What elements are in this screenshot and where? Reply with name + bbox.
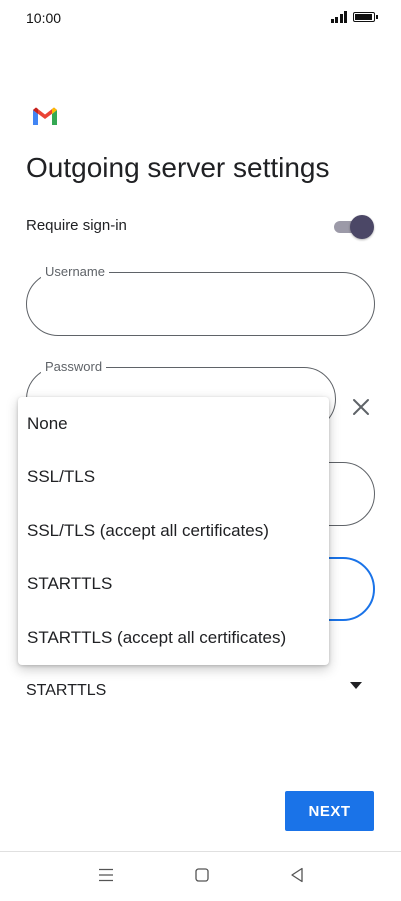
gmail-logo-icon (33, 107, 57, 125)
require-signin-toggle[interactable] (332, 214, 374, 239)
username-field[interactable]: Username (26, 264, 375, 336)
page-title: Outgoing server settings (26, 152, 330, 183)
back-icon[interactable] (290, 867, 304, 883)
signal-icon (330, 11, 347, 23)
dropdown-arrow-icon[interactable] (350, 682, 362, 690)
next-button[interactable]: NEXT (285, 791, 374, 831)
battery-icon (353, 12, 378, 22)
require-signin-label: Require sign-in (26, 217, 127, 234)
close-icon[interactable] (350, 396, 372, 418)
recent-apps-icon[interactable] (98, 868, 114, 882)
status-icons (330, 11, 378, 23)
security-type-value[interactable]: STARTTLS (26, 682, 106, 700)
status-time: 10:00 (26, 10, 62, 26)
password-label: Password (41, 359, 107, 374)
username-label: Username (41, 264, 109, 279)
home-icon[interactable] (195, 868, 209, 882)
security-type-menu: None SSL/TLS SSL/TLS (accept all certifi… (18, 397, 329, 665)
menu-option-ssl-tls[interactable]: SSL/TLS (18, 451, 329, 505)
menu-option-starttls[interactable]: STARTTLS (18, 558, 329, 612)
menu-option-ssl-tls-accept-all[interactable]: SSL/TLS (accept all certificates) (18, 504, 329, 558)
menu-option-starttls-accept-all[interactable]: STARTTLS (accept all certificates) (18, 611, 329, 665)
menu-option-none[interactable]: None (18, 397, 329, 451)
